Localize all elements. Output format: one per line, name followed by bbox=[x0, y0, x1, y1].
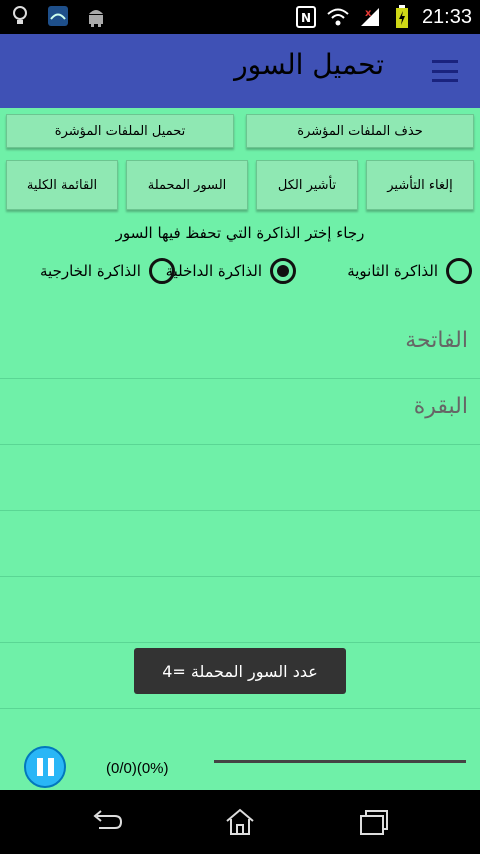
lightbulb-icon bbox=[8, 4, 32, 28]
radio-external-storage[interactable]: الذاكرة الخارجية bbox=[40, 258, 175, 284]
radio-secondary-storage[interactable]: الذاكرة الثانوية bbox=[347, 258, 472, 284]
delete-marked-button[interactable]: حذف الملفات المؤشرة bbox=[246, 114, 474, 148]
mark-all-button[interactable]: تأشير الكل bbox=[256, 160, 358, 210]
storage-prompt: رجاء إختر الذاكرة التي تحفظ فيها السور bbox=[115, 224, 365, 242]
radio-circle[interactable] bbox=[148, 258, 175, 284]
surah-name: البقرة bbox=[413, 394, 468, 419]
unmark-button[interactable]: إلغاء التأشير bbox=[366, 160, 474, 210]
hamburger-menu-icon[interactable] bbox=[430, 56, 460, 86]
radio-internal-storage[interactable]: الذاكرة الداخلية bbox=[166, 258, 296, 284]
radio-label: الذاكرة الثانوية bbox=[347, 262, 438, 280]
back-icon[interactable] bbox=[86, 806, 126, 838]
nav-bar bbox=[0, 790, 480, 854]
status-time: 21:33 bbox=[421, 5, 472, 28]
radio-circle[interactable] bbox=[446, 258, 472, 284]
battery-icon bbox=[390, 5, 414, 29]
list-item[interactable] bbox=[0, 578, 480, 643]
status-bar: N x 21:33 bbox=[0, 0, 480, 34]
radio-circle-selected[interactable] bbox=[270, 258, 296, 284]
full-list-button[interactable]: القائمة الكلية bbox=[6, 160, 118, 210]
svg-text:x: x bbox=[365, 8, 372, 19]
android-icon bbox=[84, 4, 108, 28]
toast-message: عدد السور المحملة =4 bbox=[134, 648, 346, 694]
home-icon[interactable] bbox=[220, 806, 260, 838]
list-item[interactable] bbox=[0, 512, 480, 577]
download-marked-button[interactable]: تحميل الملفات المؤشرة bbox=[6, 114, 234, 148]
app-bar: تحميل السور bbox=[0, 34, 480, 108]
svg-text:N: N bbox=[301, 11, 311, 25]
downloaded-surahs-button[interactable]: السور المحملة bbox=[126, 160, 248, 210]
player-bar: (0/0)(0%) bbox=[0, 740, 480, 790]
radio-label: الذاكرة الداخلية bbox=[165, 262, 262, 280]
recents-icon[interactable] bbox=[354, 806, 394, 838]
pause-icon[interactable] bbox=[24, 746, 66, 788]
quran-app-icon bbox=[46, 4, 70, 28]
list-item[interactable]: الفاتحة bbox=[0, 314, 480, 379]
nfc-icon: N bbox=[294, 5, 318, 29]
list-item[interactable]: البقرة bbox=[0, 380, 480, 445]
radio-label: الذاكرة الخارجية bbox=[40, 262, 141, 280]
surah-name: الفاتحة bbox=[405, 328, 468, 353]
list-item[interactable] bbox=[0, 446, 480, 511]
signal-icon: x bbox=[358, 5, 382, 29]
progress-text: (0/0)(0%) bbox=[106, 760, 169, 777]
progress-bar[interactable] bbox=[214, 760, 466, 763]
page-title: تحميل السور bbox=[234, 48, 384, 81]
wifi-icon bbox=[326, 5, 350, 29]
